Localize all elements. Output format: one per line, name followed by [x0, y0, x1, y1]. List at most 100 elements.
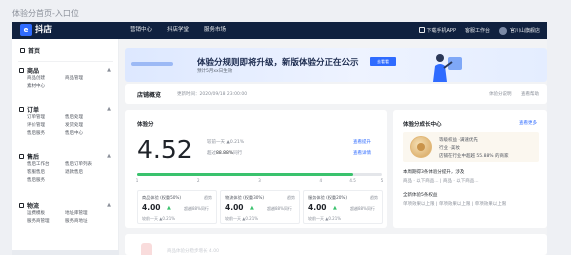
score-rank: 超过88.88%同行: [207, 150, 242, 156]
announcement-banner: 体验分规则即将升级，新版体验分正在公示 预计5月xx日生效 去看看: [125, 48, 547, 82]
sidebar-section-order: 订单 ▲ 订单管理 售后处理 评价管理 发货处理 售后服务 售后中心: [12, 105, 119, 138]
sub-score-change: 较前一天 ▲0.21%: [225, 216, 259, 221]
level-panel: 等级权益 ·满速优先 行业 ·美妆 店铺在行业中超越 55.88% 的商家: [403, 132, 539, 162]
download-app-link[interactable]: 下载手机APP: [418, 27, 456, 34]
growth-row[interactable]: 商品 · 以下商品... | 商品 · 以下商品...: [403, 178, 479, 184]
trend-link[interactable]: 趋势: [287, 195, 295, 201]
score-card-title: 体验分: [137, 122, 154, 128]
top-nav: 营销中心 抖店学堂 服务市场: [130, 22, 241, 39]
sidebar-item-home[interactable]: 首页: [20, 46, 40, 55]
logistics-experience-card[interactable]: 物流体验 (权重30%) 趋势 4.00 ▲ 超越88%同行 较前一天 ▲0.2…: [220, 190, 300, 224]
sidebar-item[interactable]: 售后工作台: [27, 161, 65, 169]
download-app-label: 下载手机APP: [426, 28, 456, 34]
sidebar-item[interactable]: 商品管理: [65, 75, 103, 83]
banner-button[interactable]: 去看看: [370, 57, 396, 66]
sidebar-section-header[interactable]: 订单 ▲: [12, 105, 119, 114]
avatar[interactable]: [498, 26, 507, 35]
progress-ticks: 1 2 3 4 4.5 5: [136, 178, 384, 184]
sidebar: 首页 商品 ▲ 商品创建 商品管理 素材中心 订单 ▲ 订单管理 售后处理 评价…: [12, 39, 119, 255]
score-rules-link[interactable]: 体验分说明: [489, 92, 512, 97]
sidebar-item[interactable]: 售后订单列表: [65, 161, 103, 169]
service-workbench-link[interactable]: 客服工作台: [465, 27, 490, 34]
shop-name[interactable]: 官川山旗舰店: [510, 27, 540, 34]
progress-tick: 3: [258, 178, 261, 183]
nav-item-academy[interactable]: 抖店学堂: [167, 22, 189, 39]
sidebar-item[interactable]: 地址库管理: [65, 210, 103, 218]
sub-score-rank: 超越88%同行: [267, 206, 292, 211]
sidebar-section-header[interactable]: 物流 ▲: [12, 201, 119, 210]
banner-subtitle: 预计5月xx日生效: [197, 69, 233, 74]
sidebar-item[interactable]: 运费模板: [27, 210, 65, 218]
sub-score-label: 服务体验 (权重20%): [308, 195, 348, 200]
logo-text: 抖店: [35, 25, 53, 35]
nav-item-service-market[interactable]: 服务市场: [204, 22, 226, 39]
progress-tick: 5: [380, 178, 384, 183]
store-overview-title: 店铺概览: [137, 92, 162, 99]
level-industry: 行业 ·美妆: [439, 146, 460, 151]
product-experience-card[interactable]: 商品体验 (权重50%) 趋势 4.00 ▲ 超越88%同行 较前一天 ▲0.2…: [137, 190, 217, 224]
sidebar-item[interactable]: 客服售后: [27, 169, 65, 177]
sidebar-item[interactable]: 售后服务: [27, 177, 65, 185]
sidebar-item[interactable]: 商品创建: [27, 75, 65, 83]
sidebar-item[interactable]: 订单管理: [27, 114, 65, 122]
sidebar-item[interactable]: 退款售后: [65, 169, 103, 177]
section-title: 商品: [27, 68, 40, 75]
section-title: 物流: [27, 203, 40, 210]
section-title: 售后: [27, 154, 40, 161]
sidebar-item[interactable]: 素材中心: [27, 83, 65, 91]
view-improve-link[interactable]: 查看提升: [353, 139, 371, 145]
phone-icon: [418, 27, 425, 33]
main-content: 体验分规则即将升级，新版体验分正在公示 预计5月xx日生效 去看看 店铺概览 更…: [125, 48, 547, 255]
experience-score: 4.52: [137, 135, 193, 164]
badge-icon: [141, 243, 152, 255]
home-icon: [20, 48, 25, 53]
logistics-icon: [19, 203, 24, 208]
sub-score-label: 物流体验 (权重30%): [225, 195, 265, 200]
sidebar-footer-bar: [12, 250, 119, 255]
bottom-card: 商品体验分稳步增长 4.00: [125, 234, 547, 255]
nav-item-marketing[interactable]: 营销中心: [130, 22, 152, 39]
sidebar-section-header[interactable]: 商品 ▲: [12, 66, 119, 75]
sidebar-item[interactable]: 售后处理: [65, 114, 103, 122]
medal-icon: [410, 136, 432, 158]
sub-score-change: 较前一天 ▲0.21%: [142, 216, 176, 221]
chevron-up-icon: ▲: [107, 67, 111, 73]
growth-row: 全新体验5条权益: [403, 193, 438, 198]
banner-title: 体验分规则即将升级，新版体验分正在公示: [197, 58, 359, 68]
chevron-up-icon: ▲: [107, 153, 111, 159]
growth-row[interactable]: 单项效果以上限 | 单项效果以上限 | 单项效果以上限: [403, 201, 506, 207]
experience-score-card: 体验分 4.52 较前一天 ▲0.21% 超过88.88%同行 查看提升 查看详…: [125, 110, 387, 228]
service-experience-card[interactable]: 服务体验 (权重20%) 趋势 4.00 ▲ 超越88%同行 较前一天 ▲0.2…: [303, 190, 383, 224]
banner-decoration: [131, 62, 173, 66]
sidebar-item[interactable]: 售后中心: [65, 130, 103, 138]
score-change: 较前一天 ▲0.21%: [207, 140, 245, 145]
help-link[interactable]: 查看帮助: [521, 92, 539, 97]
sidebar-item[interactable]: 售后服务: [27, 130, 65, 138]
sidebar-item[interactable]: 服务商地址: [65, 218, 103, 226]
progress-tick: 4: [319, 178, 323, 183]
sidebar-item[interactable]: 服务商管理: [27, 218, 65, 226]
aftersale-icon: [19, 154, 24, 159]
top-navbar: e 抖店 营销中心 抖店学堂 服务市场 下载手机APP 客服工作台 官川山旗舰店: [12, 22, 547, 39]
sub-score-value: 4.00: [308, 203, 327, 212]
view-detail-link[interactable]: 查看详情: [353, 150, 371, 156]
trend-link[interactable]: 趋势: [370, 195, 378, 201]
bottom-card-text: 商品体验分稳步增长 4.00: [167, 249, 219, 254]
growth-row: 本周期得3条体验分提升，涉及: [403, 170, 465, 175]
sub-score-rank: 超越88%同行: [350, 206, 375, 211]
logo-icon: e: [20, 24, 32, 36]
view-more-link[interactable]: 查看更多: [519, 120, 537, 126]
sub-score-label: 商品体验 (权重50%): [142, 195, 182, 200]
app-frame: e 抖店 营销中心 抖店学堂 服务市场 下载手机APP 客服工作台 官川山旗舰店…: [12, 22, 547, 255]
arrow-up-icon: ▲: [250, 205, 254, 211]
sidebar-item[interactable]: 发货处理: [65, 122, 103, 130]
sidebar-section-header[interactable]: 售后 ▲: [12, 152, 119, 161]
trend-link[interactable]: 趋势: [204, 195, 212, 201]
sidebar-item[interactable]: 评价管理: [27, 122, 65, 130]
logo[interactable]: e 抖店: [20, 24, 52, 36]
person-illustration-icon: [433, 54, 462, 82]
sidebar-section-aftersale: 售后 ▲ 售后工作台 售后订单列表 客服售后 退款售后 售后服务: [12, 152, 119, 185]
progress-tick: 2: [196, 178, 200, 183]
score-progress-bar: [137, 173, 382, 176]
level-rank: 店铺在行业中超越 55.88% 的商家: [439, 154, 509, 159]
